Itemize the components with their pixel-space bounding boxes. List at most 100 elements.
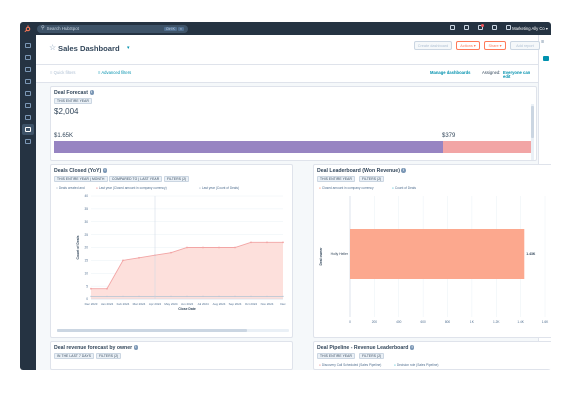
previous-year-point[interactable] xyxy=(250,295,252,298)
forecast-bar-segment-right[interactable] xyxy=(442,141,534,153)
previous-year-point[interactable] xyxy=(186,295,188,298)
filters-tag[interactable]: FILTERS (2) xyxy=(359,176,385,182)
date-range-tag[interactable]: THIS ENTIRE YEAR | MONTH xyxy=(54,176,108,182)
y-tick-label: 10 xyxy=(84,271,88,275)
data-point[interactable] xyxy=(186,246,188,249)
previous-year-point[interactable] xyxy=(234,295,236,298)
previous-year-point[interactable] xyxy=(122,295,124,298)
chevron-down-icon[interactable]: ▾ xyxy=(127,45,130,51)
reporting-icon[interactable] xyxy=(25,127,31,132)
compare-tag[interactable]: COMPARED TO | LAST YEAR xyxy=(109,176,163,182)
y-tick-label: 5 xyxy=(86,284,88,288)
contacts-icon[interactable] xyxy=(25,55,31,60)
data-point[interactable] xyxy=(218,246,220,249)
notification-badge-icon[interactable] xyxy=(478,24,484,30)
data-point[interactable] xyxy=(122,259,124,262)
content-icon[interactable] xyxy=(25,103,31,108)
previous-year-point[interactable] xyxy=(202,295,204,298)
automation-icon[interactable] xyxy=(25,115,31,120)
previous-year-point[interactable] xyxy=(266,295,268,298)
x-tick-label: Feb 2024 xyxy=(117,302,130,306)
data-point[interactable] xyxy=(202,246,204,249)
info-icon[interactable]: i xyxy=(133,345,139,350)
info-icon[interactable]: i xyxy=(89,90,95,95)
quick-filters-button[interactable]: ≡ Quick filters xyxy=(50,70,76,75)
legend-label: Decision role (Sales Pipeline) xyxy=(396,363,439,367)
advanced-filters-button[interactable]: ≡ Advanced filters xyxy=(98,70,131,75)
filters-tag[interactable]: FILTERS (2) xyxy=(359,353,385,359)
bar-holly-heller[interactable] xyxy=(350,229,525,279)
forecast-left-value: $1.65K xyxy=(54,133,74,139)
data-point[interactable] xyxy=(106,287,108,290)
service-icon[interactable] xyxy=(25,91,31,96)
filter-bar: ≡ Quick filters ≡ Advanced filters Manag… xyxy=(36,65,538,83)
add-report-button[interactable]: Add report xyxy=(510,41,540,50)
manage-dashboards-link[interactable]: Manage dashboards xyxy=(430,70,471,75)
info-icon[interactable]: i xyxy=(409,345,415,350)
actions-button[interactable]: Actions ▾ xyxy=(456,41,480,50)
data-point[interactable] xyxy=(282,241,284,244)
x-tick-label: Dec xyxy=(280,302,286,306)
x-tick-label: 1.6K xyxy=(542,320,549,324)
search-input[interactable]: ⚲ Search HubSpot Ctrl K × xyxy=(37,24,188,33)
help-label-icon[interactable]: ☰ xyxy=(541,40,544,44)
data-point[interactable] xyxy=(250,241,252,244)
previous-year-point[interactable] xyxy=(90,295,92,298)
actions-label: Actions xyxy=(460,43,473,48)
data-point[interactable] xyxy=(90,287,92,290)
chat-icon[interactable] xyxy=(542,56,549,61)
card-title-text: Deals Closed (YoY) xyxy=(54,168,102,174)
assigned-label: Assigned: xyxy=(482,69,501,75)
x-tick-label: 1.2K xyxy=(493,320,500,324)
data-point[interactable] xyxy=(170,251,172,254)
data-point[interactable] xyxy=(138,256,140,259)
x-tick-label: 200 xyxy=(372,320,378,324)
card-title-text: Deal Leaderboard (Won Revenue) xyxy=(317,168,400,174)
card-title: Deal Leaderboard (Won Revenue) i xyxy=(317,168,406,174)
scrollbar[interactable] xyxy=(531,104,534,160)
info-icon[interactable]: i xyxy=(401,168,406,173)
hubspot-logo-icon[interactable] xyxy=(20,22,36,35)
phone-icon[interactable] xyxy=(450,25,455,30)
info-icon[interactable]: i xyxy=(102,168,108,173)
filters-tag[interactable]: FILTERS (2) xyxy=(164,176,190,182)
scrollbar-thumb[interactable] xyxy=(57,329,247,332)
previous-year-point[interactable] xyxy=(138,295,140,298)
card-title: Deal Forecast i xyxy=(54,90,95,96)
marketplace-icon[interactable] xyxy=(464,25,469,30)
scrollbar-thumb[interactable] xyxy=(531,106,534,138)
revenue-forecast-card: Deal revenue forecast by owner i IN THE L… xyxy=(50,341,293,370)
legend-item[interactable]: ● Discovery Call Scheduled (Sales Pipeli… xyxy=(319,363,381,367)
favorite-star-icon[interactable]: ☆ xyxy=(49,44,56,52)
date-range-tag[interactable]: IN THE LAST 7 DAYS xyxy=(54,353,95,359)
previous-year-point[interactable] xyxy=(282,295,284,298)
x-tick-label: Sep 2024 xyxy=(229,302,242,306)
data-point[interactable] xyxy=(266,241,268,244)
filters-tag[interactable]: FILTERS (2) xyxy=(96,353,122,359)
account-menu[interactable]: Marketing Ally Co ▾ xyxy=(512,26,548,31)
deals-closed-card: Deals Closed (YoY) i THIS ENTIRE YEAR | M… xyxy=(50,164,293,338)
assigned-value-link[interactable]: Everyone can edit xyxy=(503,70,538,79)
leaderboard-chart: 0 200 400 600 800 1K 1.2K 1.4K 1.6K Holly Heller 1… xyxy=(319,196,549,324)
data-point[interactable] xyxy=(234,246,236,249)
legend-item[interactable]: ● Decision role (Sales Pipeline) xyxy=(394,363,438,367)
date-range-tag[interactable]: THIS ENTIRE YEAR xyxy=(317,176,355,182)
bookmark-icon[interactable] xyxy=(25,43,31,48)
create-dashboard-button[interactable]: Create dashboard xyxy=(414,41,452,50)
card-title: Deals Closed (YoY) i xyxy=(54,168,108,174)
bell-icon[interactable] xyxy=(506,25,511,30)
library-icon[interactable] xyxy=(25,139,31,144)
forecast-bar-segment-left[interactable] xyxy=(54,141,443,153)
x-tick-label: Mar 2024 xyxy=(133,302,146,306)
settings-gear-icon[interactable] xyxy=(492,25,497,30)
previous-year-point[interactable] xyxy=(218,295,220,298)
previous-year-point[interactable] xyxy=(106,295,108,298)
date-range-tag[interactable]: THIS ENTIRE YEAR xyxy=(317,353,355,359)
date-range-tag[interactable]: THIS ENTIRE YEAR xyxy=(54,98,92,104)
page-title[interactable]: Sales Dashboard xyxy=(58,44,120,53)
sales-icon[interactable] xyxy=(25,79,31,84)
close-icon[interactable]: × xyxy=(177,26,184,31)
previous-year-point[interactable] xyxy=(170,295,172,298)
share-button[interactable]: Share ▾ xyxy=(484,41,506,50)
marketing-icon[interactable] xyxy=(25,67,31,72)
